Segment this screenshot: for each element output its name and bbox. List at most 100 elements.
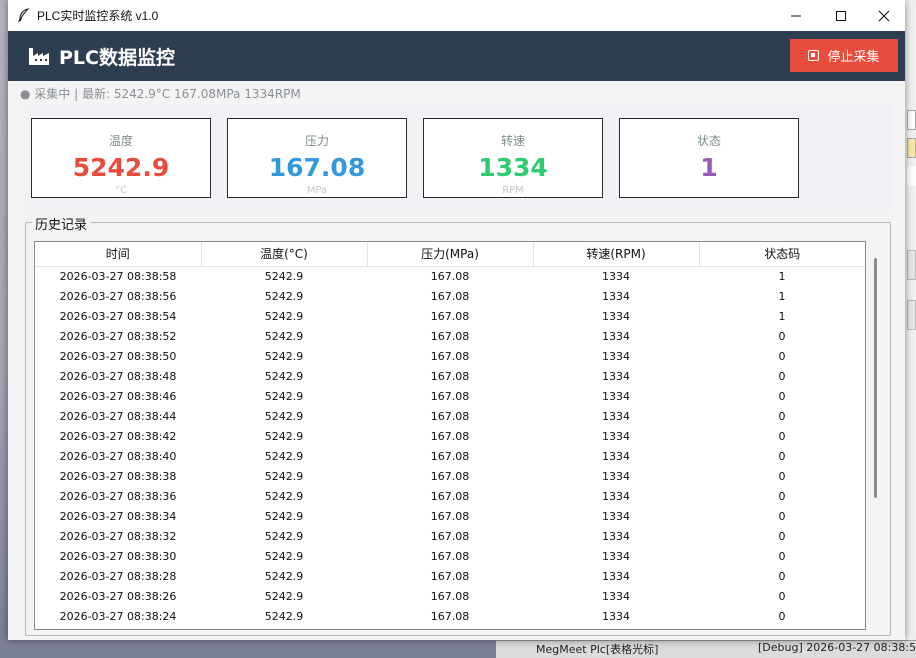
cell-status-code: 0 — [778, 389, 786, 403]
cell-pressure: 167.08 — [430, 389, 470, 403]
cell-speed: 1334 — [602, 409, 630, 423]
cell-time: 2026-03-27 08:38:48 — [59, 369, 177, 383]
table-row[interactable]: 2026-03-27 08:38:38 5242.9 167.08 1334 0 — [35, 466, 865, 486]
table-row[interactable]: 2026-03-27 08:38:32 5242.9 167.08 1334 0 — [35, 526, 865, 546]
state-card: 状态 1 — [619, 118, 799, 198]
cell-time: 2026-03-27 08:38:24 — [59, 609, 177, 623]
cell-temperature: 5242.9 — [264, 349, 304, 363]
cell-status-code: 0 — [778, 509, 786, 523]
cell-time: 2026-03-27 08:38:38 — [59, 469, 177, 483]
cell-temperature: 5242.9 — [264, 309, 304, 323]
maximize-button[interactable] — [818, 0, 864, 31]
column-header-speed[interactable]: 转速(RPM) — [533, 242, 700, 267]
table-header-row: 时间 温度(°C) 压力(MPa) 转速(RPM) 状态码 — [35, 242, 865, 267]
cell-pressure: 167.08 — [430, 609, 470, 623]
cell-pressure: 167.08 — [430, 429, 470, 443]
cell-time: 2026-03-27 08:38:46 — [59, 389, 177, 403]
stop-icon — [808, 50, 820, 61]
column-header-temperature[interactable]: 温度(°C) — [201, 242, 368, 267]
background-log-text: [Debug] 2026-03-27 08:38:5 — [758, 641, 916, 654]
cell-speed: 1334 — [602, 369, 630, 383]
card-unit: RPM — [502, 185, 524, 196]
cell-pressure: 167.08 — [430, 469, 470, 483]
cell-status-code: 0 — [778, 589, 786, 603]
cell-status-code: 1 — [778, 269, 786, 283]
table-row[interactable]: 2026-03-27 08:38:44 5242.9 167.08 1334 0 — [35, 406, 865, 426]
cell-status-code: 0 — [778, 569, 786, 583]
table-row[interactable]: 2026-03-27 08:38:28 5242.9 167.08 1334 0 — [35, 566, 865, 586]
table-row[interactable]: 2026-03-27 08:38:24 5242.9 167.08 1334 0 — [35, 606, 865, 626]
cell-status-code: 0 — [778, 329, 786, 343]
cell-status-code: 1 — [778, 309, 786, 323]
cell-time: 2026-03-27 08:38:54 — [59, 309, 177, 323]
cell-speed: 1334 — [602, 529, 630, 543]
table-row[interactable]: 2026-03-27 08:38:46 5242.9 167.08 1334 0 — [35, 386, 865, 406]
cell-temperature: 5242.9 — [264, 589, 304, 603]
cell-time: 2026-03-27 08:38:28 — [59, 569, 177, 583]
cell-status-code: 0 — [778, 549, 786, 563]
column-header-time[interactable]: 时间 — [35, 242, 202, 267]
table-row[interactable]: 2026-03-27 08:38:42 5242.9 167.08 1334 0 — [35, 426, 865, 446]
table-scrollbar[interactable] — [874, 258, 877, 498]
card-unit: MPa — [306, 185, 328, 196]
cell-speed: 1334 — [602, 489, 630, 503]
cell-speed: 1334 — [602, 509, 630, 523]
cell-status-code: 0 — [778, 429, 786, 443]
feather-icon — [17, 8, 30, 22]
cell-status-code: 0 — [778, 529, 786, 543]
cell-pressure: 167.08 — [430, 309, 470, 323]
card-value: 1 — [700, 153, 718, 182]
card-label: 状态 — [696, 134, 721, 148]
cell-temperature: 5242.9 — [264, 269, 304, 283]
cell-speed: 1334 — [602, 449, 630, 463]
table-row[interactable]: 2026-03-27 08:38:40 5242.9 167.08 1334 0 — [35, 446, 865, 466]
cell-time: 2026-03-27 08:38:58 — [59, 269, 177, 283]
factory-icon — [29, 48, 49, 65]
maximize-icon — [836, 10, 846, 21]
cell-temperature: 5242.9 — [264, 329, 304, 343]
minimize-button[interactable] — [773, 0, 819, 31]
cell-time: 2026-03-27 08:38:34 — [59, 509, 177, 523]
table-row[interactable]: 2026-03-27 08:38:36 5242.9 167.08 1334 0 — [35, 486, 865, 506]
cell-time: 2026-03-27 08:38:50 — [59, 349, 177, 363]
title-bar[interactable]: PLC实时监控系统 v1.0 — [8, 0, 905, 31]
cell-time: 2026-03-27 08:38:36 — [59, 489, 177, 503]
table-row[interactable]: 2026-03-27 08:38:34 5242.9 167.08 1334 0 — [35, 506, 865, 526]
column-header-status-code[interactable]: 状态码 — [699, 242, 865, 267]
cell-speed: 1334 — [602, 329, 630, 343]
cell-speed: 1334 — [602, 349, 630, 363]
table-row[interactable]: 2026-03-27 08:38:58 5242.9 167.08 1334 1 — [35, 266, 865, 286]
close-icon — [878, 10, 890, 21]
cell-time: 2026-03-27 08:38:52 — [59, 329, 177, 343]
cell-time: 2026-03-27 08:38:30 — [59, 549, 177, 563]
stop-button-label: 停止采集 — [827, 50, 880, 65]
stop-collection-button[interactable]: 停止采集 — [790, 39, 898, 72]
card-label: 温度 — [108, 134, 133, 148]
cell-temperature: 5242.9 — [264, 529, 304, 543]
cell-pressure: 167.08 — [430, 269, 470, 283]
table-row[interactable]: 2026-03-27 08:38:50 5242.9 167.08 1334 0 — [35, 346, 865, 366]
cell-status-code: 0 — [778, 349, 786, 363]
cell-speed: 1334 — [602, 269, 630, 283]
cell-temperature: 5242.9 — [264, 429, 304, 443]
table-row[interactable]: 2026-03-27 08:38:48 5242.9 167.08 1334 0 — [35, 366, 865, 386]
cell-status-code: 0 — [778, 609, 786, 623]
cell-speed: 1334 — [602, 429, 630, 443]
table-row[interactable]: 2026-03-27 08:38:56 5242.9 167.08 1334 1 — [35, 286, 865, 306]
table-row[interactable]: 2026-03-27 08:38:54 5242.9 167.08 1334 1 — [35, 306, 865, 326]
table-row[interactable]: 2026-03-27 08:38:30 5242.9 167.08 1334 0 — [35, 546, 865, 566]
cell-pressure: 167.08 — [430, 569, 470, 583]
cell-status-code: 0 — [778, 409, 786, 423]
cell-pressure: 167.08 — [430, 289, 470, 303]
cell-pressure: 167.08 — [430, 489, 470, 503]
close-button[interactable] — [861, 0, 907, 31]
cell-pressure: 167.08 — [430, 589, 470, 603]
cell-status-code: 0 — [778, 469, 786, 483]
table-row[interactable]: 2026-03-27 08:38:26 5242.9 167.08 1334 0 — [35, 586, 865, 606]
column-header-pressure[interactable]: 压力(MPa) — [367, 242, 534, 267]
cell-time: 2026-03-27 08:38:44 — [59, 409, 177, 423]
history-table[interactable]: 时间 温度(°C) 压力(MPa) 转速(RPM) 状态码 2026-03-27… — [34, 241, 866, 630]
table-row[interactable]: 2026-03-27 08:38:52 5242.9 167.08 1334 0 — [35, 326, 865, 346]
card-unit: °C — [115, 185, 127, 196]
app-header: PLC数据监控 停止采集 — [8, 31, 905, 81]
